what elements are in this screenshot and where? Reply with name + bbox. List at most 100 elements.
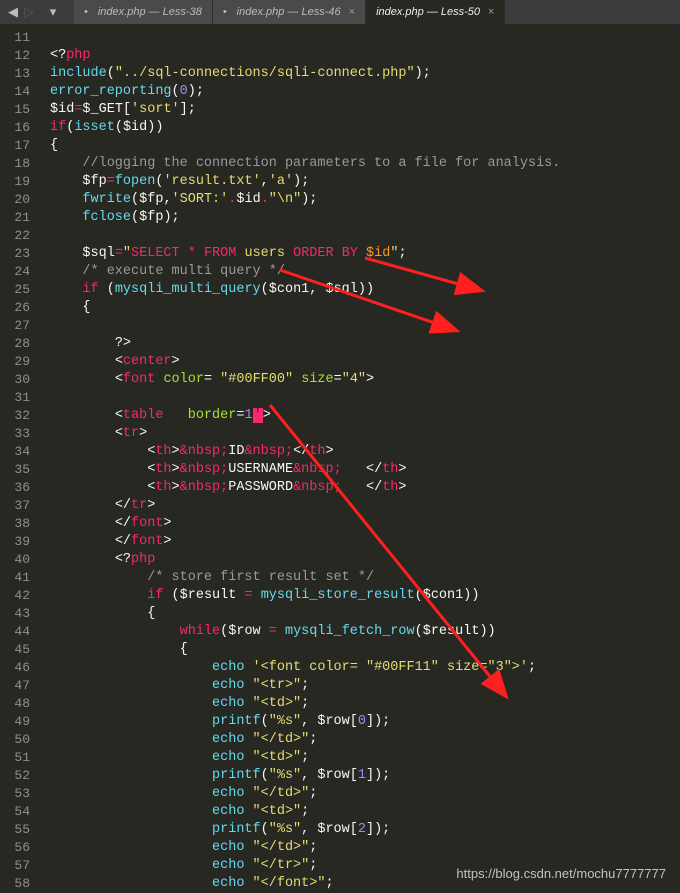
line-number: 12: [0, 47, 30, 65]
watermark: https://blog.csdn.net/mochu7777777: [456, 866, 666, 881]
code-line[interactable]: ?>: [50, 335, 560, 353]
line-number: 39: [0, 533, 30, 551]
line-number: 28: [0, 335, 30, 353]
code-line[interactable]: {: [50, 137, 560, 155]
code-line[interactable]: {: [50, 299, 560, 317]
code-line[interactable]: $id=$_GET['sort'];: [50, 101, 560, 119]
line-number: 46: [0, 659, 30, 677]
line-number: 31: [0, 389, 30, 407]
code-line[interactable]: $fp=fopen('result.txt','a');: [50, 173, 560, 191]
code-line[interactable]: printf("%s", $row[0]);: [50, 713, 560, 731]
tab-bar: index.php — Less-38index.php — Less-46×i…: [74, 0, 505, 24]
code-line[interactable]: echo '<font color= "#00FF11" size="3">';: [50, 659, 560, 677]
tab-0[interactable]: index.php — Less-38: [74, 0, 213, 24]
code-line[interactable]: <?php: [50, 551, 560, 569]
line-number: 57: [0, 857, 30, 875]
code-line[interactable]: <th>&nbsp;ID&nbsp;</th>: [50, 443, 560, 461]
line-number: 15: [0, 101, 30, 119]
line-number: 18: [0, 155, 30, 173]
line-number: 49: [0, 713, 30, 731]
line-number: 16: [0, 119, 30, 137]
code-line[interactable]: printf("%s", $row[2]);: [50, 821, 560, 839]
tab-label: index.php — Less-50: [376, 6, 480, 18]
line-number: 50: [0, 731, 30, 749]
code-line[interactable]: <center>: [50, 353, 560, 371]
nav-back-icon[interactable]: ◀: [6, 5, 20, 20]
code-line[interactable]: error_reporting(0);: [50, 83, 560, 101]
code-line[interactable]: /* execute multi query */: [50, 263, 560, 281]
tab-2[interactable]: index.php — Less-50 ×: [366, 0, 505, 24]
line-number: 54: [0, 803, 30, 821]
line-number: 30: [0, 371, 30, 389]
line-number: 42: [0, 587, 30, 605]
code-line[interactable]: if ($result = mysqli_store_result($con1)…: [50, 587, 560, 605]
tab-1[interactable]: index.php — Less-46 ×: [213, 0, 366, 24]
nav-menu-icon[interactable]: ▾: [38, 5, 68, 20]
code-line[interactable]: [50, 227, 560, 245]
line-number: 23: [0, 245, 30, 263]
line-number: 35: [0, 461, 30, 479]
code-line[interactable]: echo "<td>";: [50, 695, 560, 713]
code-line[interactable]: <tr>: [50, 425, 560, 443]
line-number: 32: [0, 407, 30, 425]
line-number: 45: [0, 641, 30, 659]
code-line[interactable]: <font color= "#00FF00" size="4">: [50, 371, 560, 389]
code-line[interactable]: if(isset($id)): [50, 119, 560, 137]
code-line[interactable]: </font>: [50, 533, 560, 551]
code-line[interactable]: /* store first result set */: [50, 569, 560, 587]
line-number: 24: [0, 263, 30, 281]
code-line[interactable]: echo "</td>";: [50, 839, 560, 857]
code-line[interactable]: <table border=1'>: [50, 407, 560, 425]
code-line[interactable]: include("../sql-connections/sqli-connect…: [50, 65, 560, 83]
nav-forward-icon[interactable]: ▷: [22, 5, 36, 20]
line-number: 22: [0, 227, 30, 245]
line-number: 44: [0, 623, 30, 641]
code-line[interactable]: echo "<tr>";: [50, 677, 560, 695]
code-line[interactable]: //logging the connection parameters to a…: [50, 155, 560, 173]
line-number: 26: [0, 299, 30, 317]
code-line[interactable]: {: [50, 641, 560, 659]
line-number: 41: [0, 569, 30, 587]
tab-label: index.php — Less-46: [237, 6, 341, 18]
editor[interactable]: 1112131415161718192021222324252627282930…: [0, 25, 680, 888]
line-number: 53: [0, 785, 30, 803]
line-number: 58: [0, 875, 30, 893]
line-number: 14: [0, 83, 30, 101]
code-line[interactable]: <th>&nbsp;PASSWORD&nbsp; </th>: [50, 479, 560, 497]
code-line[interactable]: <?php: [50, 47, 560, 65]
line-number: 55: [0, 821, 30, 839]
line-number: 11: [0, 29, 30, 47]
code-line[interactable]: <th>&nbsp;USERNAME&nbsp; </th>: [50, 461, 560, 479]
line-number: 13: [0, 65, 30, 83]
code-line[interactable]: if (mysqli_multi_query($con1, $sql)): [50, 281, 560, 299]
code-line[interactable]: printf("%s", $row[1]);: [50, 767, 560, 785]
code-line[interactable]: echo "</td>";: [50, 785, 560, 803]
code-line[interactable]: while($row = mysqli_fetch_row($result)): [50, 623, 560, 641]
line-number: 52: [0, 767, 30, 785]
close-icon[interactable]: ×: [488, 6, 494, 18]
code-line[interactable]: echo "</td>";: [50, 731, 560, 749]
code-line[interactable]: fclose($fp);: [50, 209, 560, 227]
code-line[interactable]: </tr>: [50, 497, 560, 515]
code-line[interactable]: [50, 29, 560, 47]
code-line[interactable]: $sql="SELECT * FROM users ORDER BY $id";: [50, 245, 560, 263]
line-number: 38: [0, 515, 30, 533]
code-line[interactable]: </font>: [50, 515, 560, 533]
line-number-gutter: 1112131415161718192021222324252627282930…: [0, 25, 40, 888]
code-line[interactable]: [50, 389, 560, 407]
line-number: 48: [0, 695, 30, 713]
line-number: 17: [0, 137, 30, 155]
line-number: 37: [0, 497, 30, 515]
code-line[interactable]: fwrite($fp,'SORT:'.$id."\n");: [50, 191, 560, 209]
code-area[interactable]: <?phpinclude("../sql-connections/sqli-co…: [40, 25, 560, 888]
titlebar: ◀ ▷ ▾ index.php — Less-38index.php — Les…: [0, 0, 680, 25]
line-number: 47: [0, 677, 30, 695]
line-number: 33: [0, 425, 30, 443]
close-icon[interactable]: ×: [349, 6, 355, 18]
code-line[interactable]: [50, 317, 560, 335]
code-line[interactable]: echo "<td>";: [50, 803, 560, 821]
code-line[interactable]: echo "<td>";: [50, 749, 560, 767]
code-line[interactable]: {: [50, 605, 560, 623]
line-number: 51: [0, 749, 30, 767]
line-number: 29: [0, 353, 30, 371]
